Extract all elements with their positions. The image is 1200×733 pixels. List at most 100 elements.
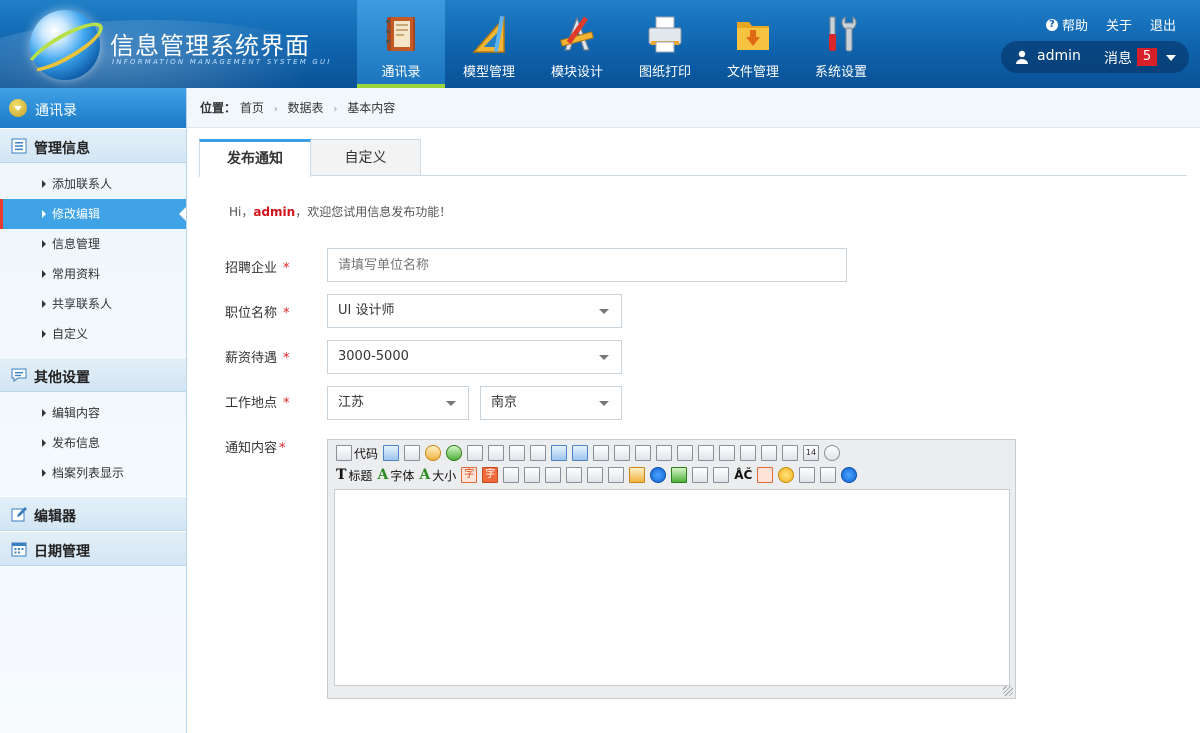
horizontal-rule-icon[interactable]	[713, 467, 730, 483]
editor-content-area[interactable]	[334, 489, 1010, 686]
position-label: 职位名称 *	[225, 306, 290, 321]
time-icon[interactable]	[824, 445, 841, 461]
sidebar-group-editor[interactable]: 编辑器	[0, 496, 186, 531]
unlink-icon[interactable]	[820, 467, 837, 483]
superscript-icon[interactable]	[782, 445, 799, 461]
main-nav: 通讯录 模型管理 模块设计 图纸打印 文件管理 系统设置	[357, 0, 885, 88]
nav-file-manage[interactable]: 文件管理	[709, 0, 797, 88]
paste-word-icon[interactable]	[572, 445, 589, 461]
position-select[interactable]: UI 设计师	[327, 294, 622, 328]
print-icon[interactable]	[467, 445, 484, 461]
indent-icon[interactable]	[719, 445, 736, 461]
underline-icon[interactable]	[545, 467, 562, 483]
sidebar-header[interactable]: 通讯录	[0, 88, 186, 128]
sidebar-item-archive-list[interactable]: 档案列表显示	[0, 458, 186, 488]
province-select[interactable]: 江苏	[327, 386, 469, 420]
chevron-right-icon: ›	[273, 104, 278, 115]
collapse-dot-icon	[9, 99, 27, 117]
emoticon-icon[interactable]	[778, 467, 795, 483]
sidebar-group-manage-info[interactable]: 管理信息	[0, 128, 186, 163]
spellcheck-button[interactable]: ÅČ	[734, 468, 752, 482]
align-center-icon[interactable]	[614, 445, 631, 461]
messages-label[interactable]: 消息	[1104, 48, 1132, 68]
paste-text-icon[interactable]	[551, 445, 568, 461]
content-label: 通知内容 *	[225, 441, 286, 456]
logout-link[interactable]: 退出	[1150, 15, 1176, 34]
resize-grip-icon[interactable]	[1003, 686, 1013, 696]
size-button[interactable]: A 大小	[419, 467, 456, 484]
align-justify-icon[interactable]	[656, 445, 673, 461]
about-link[interactable]: 关于	[1106, 15, 1132, 34]
italic-icon[interactable]	[524, 467, 541, 483]
subscript-icon[interactable]	[761, 445, 778, 461]
copy-icon[interactable]	[509, 445, 526, 461]
image-icon[interactable]	[629, 467, 646, 483]
help-icon: ?	[1045, 18, 1058, 31]
eraser-icon[interactable]	[587, 467, 604, 483]
tab-custom[interactable]: 自定义	[311, 139, 421, 176]
salary-select[interactable]: 3000-5000	[327, 340, 622, 374]
nav-print[interactable]: 图纸打印	[621, 0, 709, 88]
rich-text-editor: 代码 14 T 标题 A 字体 A 大小 字 字 ÅČ	[327, 439, 1016, 699]
printer-icon	[648, 16, 682, 53]
editor-toolbar-row-2: T 标题 A 字体 A 大小 字 字 ÅČ	[336, 465, 858, 485]
font-button[interactable]: A 字体	[377, 467, 414, 484]
nav-module-design[interactable]: 模块设计	[533, 0, 621, 88]
strikethrough-icon[interactable]	[566, 467, 583, 483]
sidebar-item-shared-contacts[interactable]: 共享联系人	[0, 289, 186, 319]
city-select[interactable]: 南京	[480, 386, 622, 420]
nav-address-book[interactable]: 通讯录	[357, 0, 445, 88]
find-icon[interactable]	[383, 445, 400, 461]
unordered-list-icon[interactable]	[698, 445, 715, 461]
breadcrumb-home[interactable]: 首页	[240, 101, 264, 115]
tab-publish-notice[interactable]: 发布通知	[199, 139, 311, 177]
sidebar-item-info-manage[interactable]: 信息管理	[0, 229, 186, 259]
fullscreen-icon[interactable]	[404, 445, 421, 461]
sidebar-group-other-settings[interactable]: 其他设置	[0, 357, 186, 392]
flash-icon[interactable]	[650, 467, 667, 483]
date-icon[interactable]: 14	[803, 445, 820, 461]
ordered-list-icon[interactable]	[677, 445, 694, 461]
design-tools-icon	[560, 16, 594, 51]
paste-icon[interactable]	[530, 445, 547, 461]
media-icon[interactable]	[671, 467, 688, 483]
nav-system-settings[interactable]: 系统设置	[797, 0, 885, 88]
code-button[interactable]: 代码	[336, 445, 378, 462]
user-panel[interactable]: admin 消息 5	[1001, 41, 1189, 73]
template-icon[interactable]	[608, 467, 625, 483]
salary-label: 薪资待遇 *	[225, 351, 290, 366]
breadcrumb-datatable[interactable]: 数据表	[288, 101, 324, 115]
font-color-icon[interactable]: 字	[461, 467, 478, 483]
sidebar-item-edit[interactable]: 修改编辑	[0, 199, 186, 229]
company-input[interactable]	[327, 248, 847, 282]
user-name: admin	[1037, 48, 1081, 64]
anchor-icon[interactable]	[757, 467, 774, 483]
sidebar-group-date-manage[interactable]: 日期管理	[0, 531, 186, 566]
user-icon	[1016, 50, 1028, 64]
link-icon[interactable]	[799, 467, 816, 483]
info-icon[interactable]	[841, 467, 858, 483]
cut-icon[interactable]	[488, 445, 505, 461]
align-left-icon[interactable]	[593, 445, 610, 461]
align-right-icon[interactable]	[635, 445, 652, 461]
chevron-down-icon	[599, 355, 609, 360]
heading-button[interactable]: T 标题	[336, 467, 372, 484]
nav-model-manage[interactable]: 模型管理	[445, 0, 533, 88]
sidebar-list-other-settings: 编辑内容 发布信息 档案列表显示	[0, 392, 186, 496]
help-link[interactable]: ? 帮助	[1045, 15, 1088, 34]
background-color-icon[interactable]: 字	[482, 467, 499, 483]
sidebar-item-common-data[interactable]: 常用资料	[0, 259, 186, 289]
chevron-down-icon[interactable]	[1166, 55, 1176, 61]
app-title: 信息管理系统界面	[110, 32, 310, 60]
table-icon[interactable]	[692, 467, 709, 483]
sidebar-item-edit-content[interactable]: 编辑内容	[0, 398, 186, 428]
chevron-down-icon	[446, 401, 456, 406]
sidebar-item-publish-info[interactable]: 发布信息	[0, 428, 186, 458]
sidebar-item-add-contact[interactable]: 添加联系人	[0, 169, 186, 199]
redo-icon[interactable]	[446, 445, 463, 461]
undo-icon[interactable]	[425, 445, 442, 461]
sidebar-item-custom[interactable]: 自定义	[0, 319, 186, 349]
bold-icon[interactable]	[503, 467, 520, 483]
outdent-icon[interactable]	[740, 445, 757, 461]
address-book-icon	[386, 17, 415, 51]
